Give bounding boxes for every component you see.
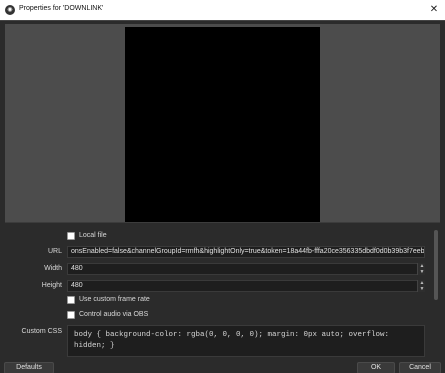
source-preview xyxy=(5,24,440,222)
url-label: URL xyxy=(47,248,62,255)
properties-scrollbar[interactable] xyxy=(431,226,441,361)
local-file-checkbox[interactable] xyxy=(67,232,75,240)
url-input[interactable]: onsEnabled=false&channelGroupId=rmfh&hig… xyxy=(67,246,425,258)
custom-css-textarea[interactable]: body { background-color: rgba(0, 0, 0, 0… xyxy=(67,325,425,357)
height-input[interactable]: 480 xyxy=(67,280,425,292)
height-label: Height xyxy=(41,282,62,289)
control-audio-checkbox[interactable] xyxy=(67,311,75,319)
divider xyxy=(5,222,440,223)
chevron-down-icon[interactable]: ▼ xyxy=(419,269,425,275)
obs-icon: ◉ xyxy=(5,5,15,15)
cancel-button[interactable]: Cancel xyxy=(399,362,441,373)
control-audio-label: Control audio via OBS xyxy=(79,311,149,318)
title-bar: ◉ Properties for 'DOWNLINK' ✕ xyxy=(0,0,445,20)
custom-frame-rate-label: Use custom frame rate xyxy=(79,296,150,303)
custom-frame-rate-checkbox[interactable] xyxy=(67,296,75,304)
width-input[interactable]: 480 xyxy=(67,263,425,275)
ok-button[interactable]: OK xyxy=(357,362,395,373)
scrollbar-thumb[interactable] xyxy=(434,230,438,300)
custom-css-label: Custom CSS xyxy=(21,328,62,335)
divider xyxy=(0,20,445,21)
height-spinner[interactable]: ▲ ▼ xyxy=(417,280,425,292)
width-spinner[interactable]: ▲ ▼ xyxy=(417,263,425,275)
width-label: Width xyxy=(44,265,62,272)
defaults-button[interactable]: Defaults xyxy=(4,362,54,373)
window-title: Properties for 'DOWNLINK' xyxy=(19,5,104,12)
close-icon[interactable]: ✕ xyxy=(427,4,441,16)
chevron-down-icon[interactable]: ▼ xyxy=(419,286,425,292)
preview-content xyxy=(125,27,320,222)
local-file-label: Local file xyxy=(79,232,107,239)
